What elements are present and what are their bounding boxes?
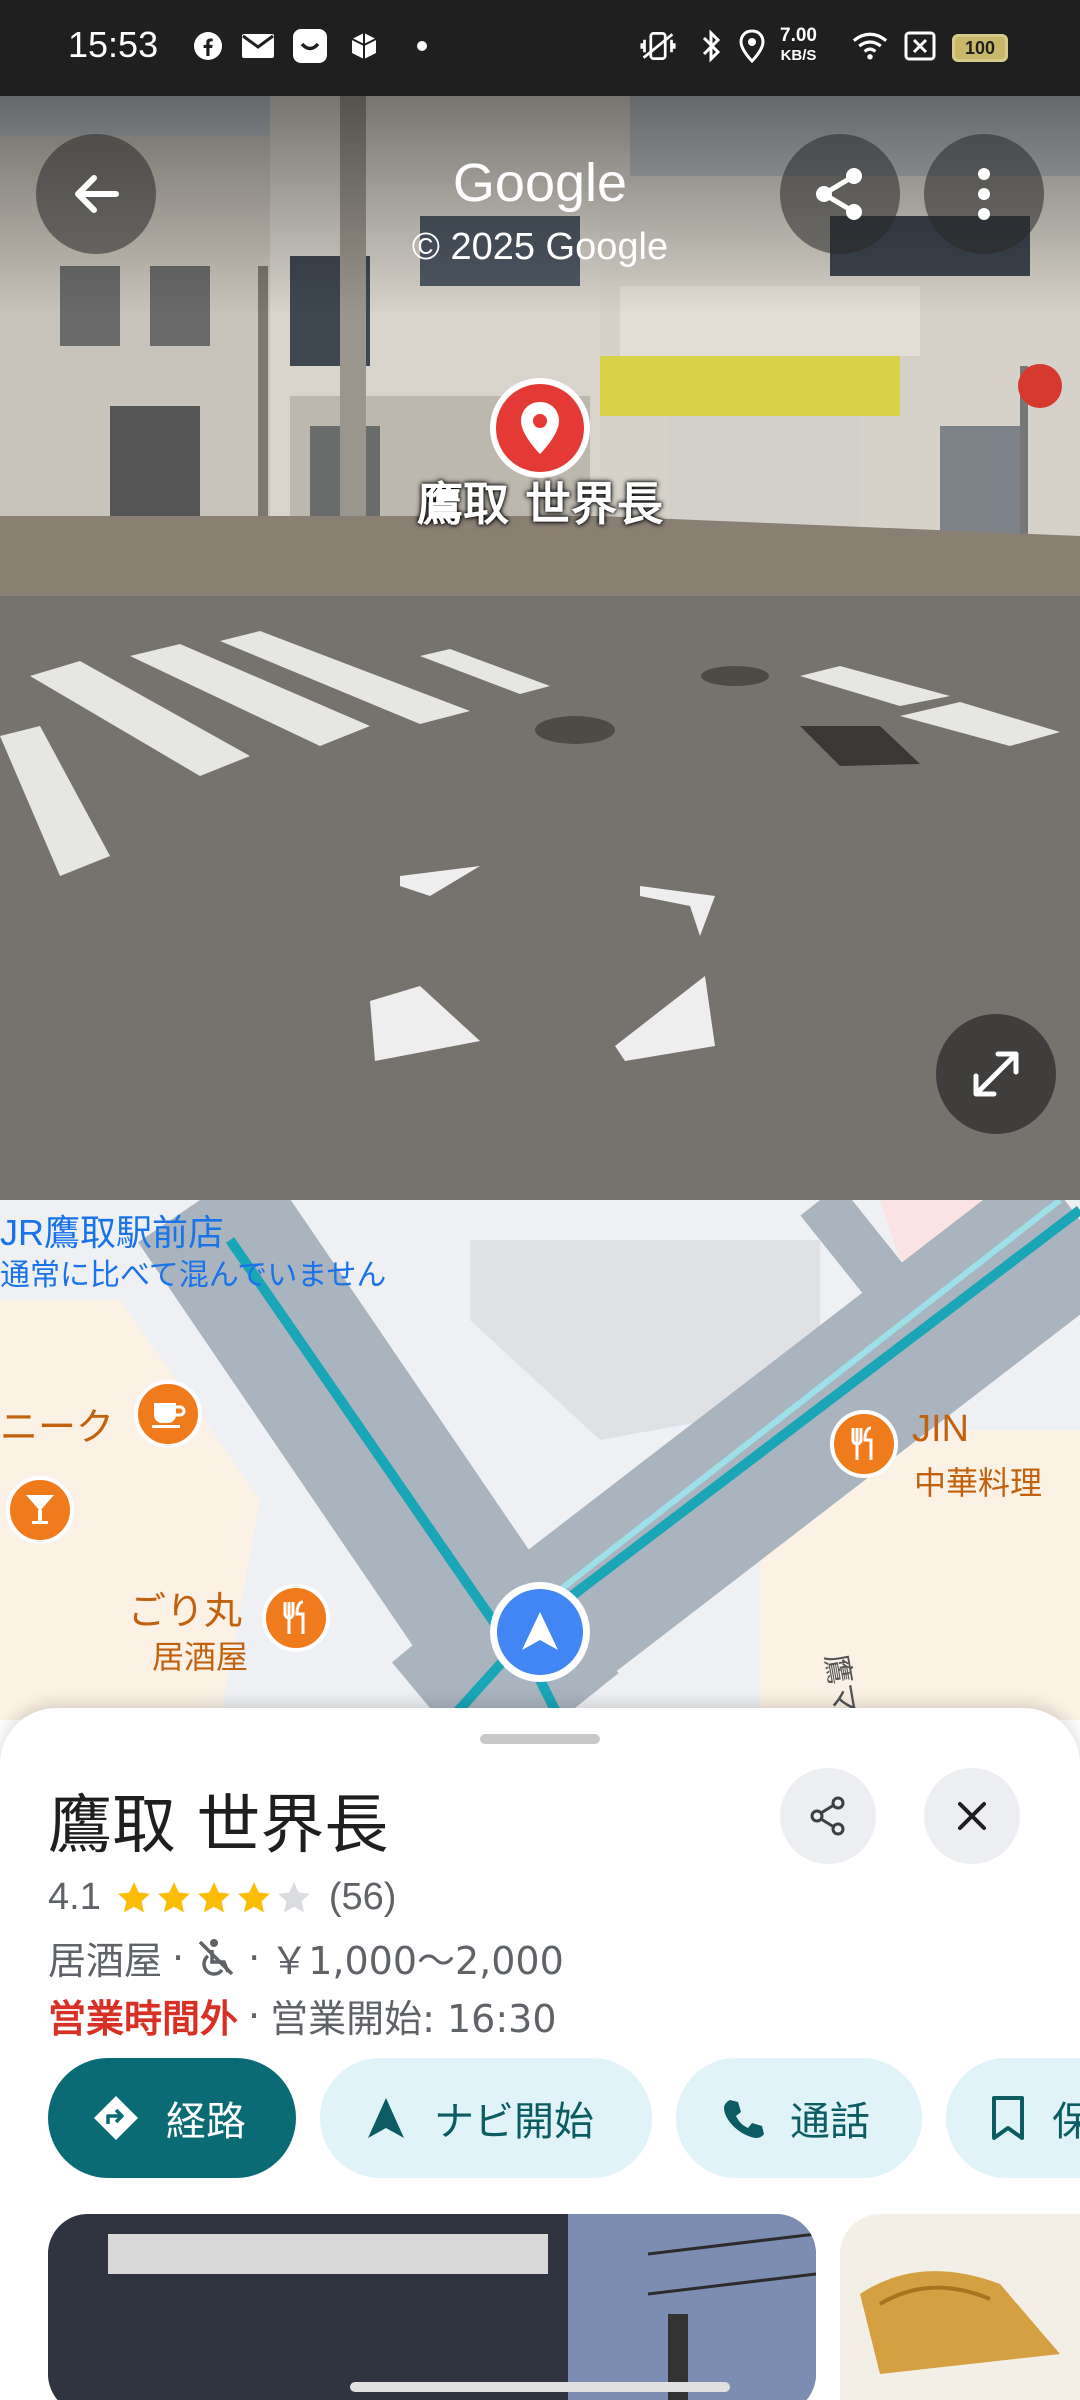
jin-poi[interactable] bbox=[830, 1410, 898, 1478]
place-title: 鷹取 世界長 bbox=[48, 1789, 389, 1863]
rating-row[interactable]: 4.1 (56) bbox=[48, 1876, 396, 1919]
street-view-title: Google bbox=[452, 153, 628, 213]
screen: 15:53 7.00 KB/S 100 Google © 2025 Google… bbox=[0, 0, 1080, 2400]
expand-button[interactable] bbox=[936, 1014, 1056, 1134]
directions-icon bbox=[94, 2096, 138, 2140]
open-status: 営業時間外 bbox=[48, 1997, 239, 2041]
star-filled-icon bbox=[117, 1881, 150, 1912]
more-options-button[interactable] bbox=[924, 134, 1044, 254]
map-label-gorimaru-type: 居酒屋 bbox=[152, 1639, 249, 1675]
directions-button[interactable]: 経路 bbox=[48, 2058, 296, 2178]
call-label: 通話 bbox=[790, 2099, 870, 2145]
category: 居酒屋 bbox=[48, 1939, 163, 1983]
map-marker-icon bbox=[521, 402, 559, 454]
bar-poi[interactable] bbox=[6, 1476, 74, 1544]
map-label-station-status: 通常に比べて混んでいません bbox=[0, 1259, 387, 1292]
review-count: (56) bbox=[328, 1876, 397, 1918]
sheet-drag-handle[interactable] bbox=[480, 1734, 600, 1744]
gorimaru-poi[interactable] bbox=[262, 1584, 330, 1652]
status-time: 15:53 bbox=[68, 24, 159, 65]
place-sheet[interactable]: 鷹取 世界長 4.1 (56) 居酒屋 · · ￥1,000～2,000 営業時… bbox=[0, 1708, 1080, 2400]
category-row: 居酒屋 · · ￥1,000～2,000 bbox=[48, 1930, 564, 1985]
street-view[interactable]: Google © 2025 Google 鷹取 世界長 bbox=[0, 96, 1080, 1200]
map-label-station[interactable]: JR鷹取駅前店 bbox=[0, 1204, 224, 1256]
map-label-jin[interactable]: JIN bbox=[912, 1408, 969, 1451]
cafe-poi[interactable] bbox=[134, 1380, 202, 1448]
map-label-gorimaru[interactable]: ごり丸 bbox=[128, 1580, 242, 1635]
current-location-dot bbox=[497, 1589, 583, 1675]
map[interactable]: JR鷹取駅前店 通常に比べて混んでいません ニーク JIN 中華料理 ごり丸 居… bbox=[0, 1200, 1080, 1720]
separator: · bbox=[248, 1993, 261, 2038]
network-speed: 7.00 KB/S bbox=[780, 26, 817, 66]
restaurant-icon bbox=[851, 1426, 873, 1460]
rating-value: 4.1 bbox=[48, 1876, 101, 1918]
current-location-marker[interactable] bbox=[490, 1582, 590, 1682]
street-view-place-label: 鷹取 世界長 bbox=[416, 477, 663, 531]
share-icon bbox=[816, 168, 862, 220]
save-label: 保 bbox=[1052, 2099, 1080, 2145]
call-button[interactable]: 通話 bbox=[676, 2058, 922, 2178]
restaurant-icon bbox=[283, 1600, 305, 1634]
coffee-cup-icon bbox=[152, 1403, 186, 1428]
phone-icon bbox=[724, 2100, 764, 2138]
street-view-share-button[interactable] bbox=[780, 134, 900, 254]
star-filled-icon bbox=[157, 1881, 190, 1912]
cocktail-icon bbox=[26, 1495, 54, 1524]
bluetooth-icon bbox=[694, 28, 730, 64]
save-button[interactable]: 保 bbox=[946, 2058, 1080, 2178]
separator: · bbox=[248, 1935, 261, 1980]
bookmark-icon bbox=[992, 2096, 1024, 2140]
star-filled-icon bbox=[237, 1881, 270, 1912]
place-pin-body bbox=[496, 384, 584, 472]
wifi-icon bbox=[852, 28, 888, 64]
star-empty-icon bbox=[277, 1881, 310, 1912]
facebook-icon bbox=[190, 28, 226, 64]
separator: · bbox=[172, 1935, 185, 1980]
sim-icon bbox=[902, 28, 938, 64]
close-icon bbox=[958, 1802, 986, 1830]
place-pin-icon[interactable] bbox=[490, 378, 590, 478]
home-indicator[interactable] bbox=[350, 2382, 730, 2392]
photo-image bbox=[840, 2214, 1080, 2400]
place-photo[interactable] bbox=[48, 2214, 816, 2400]
location-icon bbox=[734, 28, 770, 64]
close-button[interactable] bbox=[924, 1768, 1020, 1864]
app-icon bbox=[292, 28, 328, 64]
app-cube-icon bbox=[346, 28, 382, 64]
share-icon bbox=[810, 1796, 845, 1836]
place-share-button[interactable] bbox=[780, 1768, 876, 1864]
expand-icon bbox=[973, 1051, 1019, 1097]
wheelchair-not-accessible-icon bbox=[198, 1938, 234, 1976]
street-view-copyright: © 2025 Google bbox=[411, 226, 669, 268]
dot-icon bbox=[404, 28, 440, 64]
star-filled-icon bbox=[197, 1881, 230, 1912]
opening-time: 営業開始: 16:30 bbox=[270, 1997, 557, 2041]
start-navigation-button[interactable]: ナビ開始 bbox=[320, 2058, 652, 2178]
status-bar: 15:53 7.00 KB/S 100 bbox=[0, 0, 1080, 96]
directions-label: 経路 bbox=[166, 2099, 246, 2145]
navigation-arrow-icon bbox=[522, 1612, 558, 1650]
vibrate-icon bbox=[640, 28, 676, 64]
map-label-jin-type: 中華料理 bbox=[914, 1465, 1043, 1501]
hours-row[interactable]: 営業時間外 · 営業開始: 16:30 bbox=[48, 1988, 557, 2043]
battery-indicator: 100 bbox=[952, 34, 1008, 62]
mail-icon bbox=[240, 28, 276, 64]
start-navigation-label: ナビ開始 bbox=[434, 2099, 594, 2145]
speed-value: 7.00 bbox=[780, 25, 817, 46]
map-label-cafe[interactable]: ニーク bbox=[0, 1396, 114, 1451]
rating-stars bbox=[115, 1879, 315, 1917]
more-vert-icon bbox=[978, 168, 990, 220]
price-range: ￥1,000～2,000 bbox=[270, 1939, 564, 1983]
action-chips: 経路 ナビ開始 通話 保 bbox=[48, 2058, 1080, 2178]
place-photo[interactable] bbox=[840, 2214, 1080, 2400]
navigation-arrow-icon bbox=[368, 2098, 404, 2138]
speed-unit: KB/S bbox=[780, 47, 817, 64]
photo-image bbox=[48, 2214, 816, 2400]
